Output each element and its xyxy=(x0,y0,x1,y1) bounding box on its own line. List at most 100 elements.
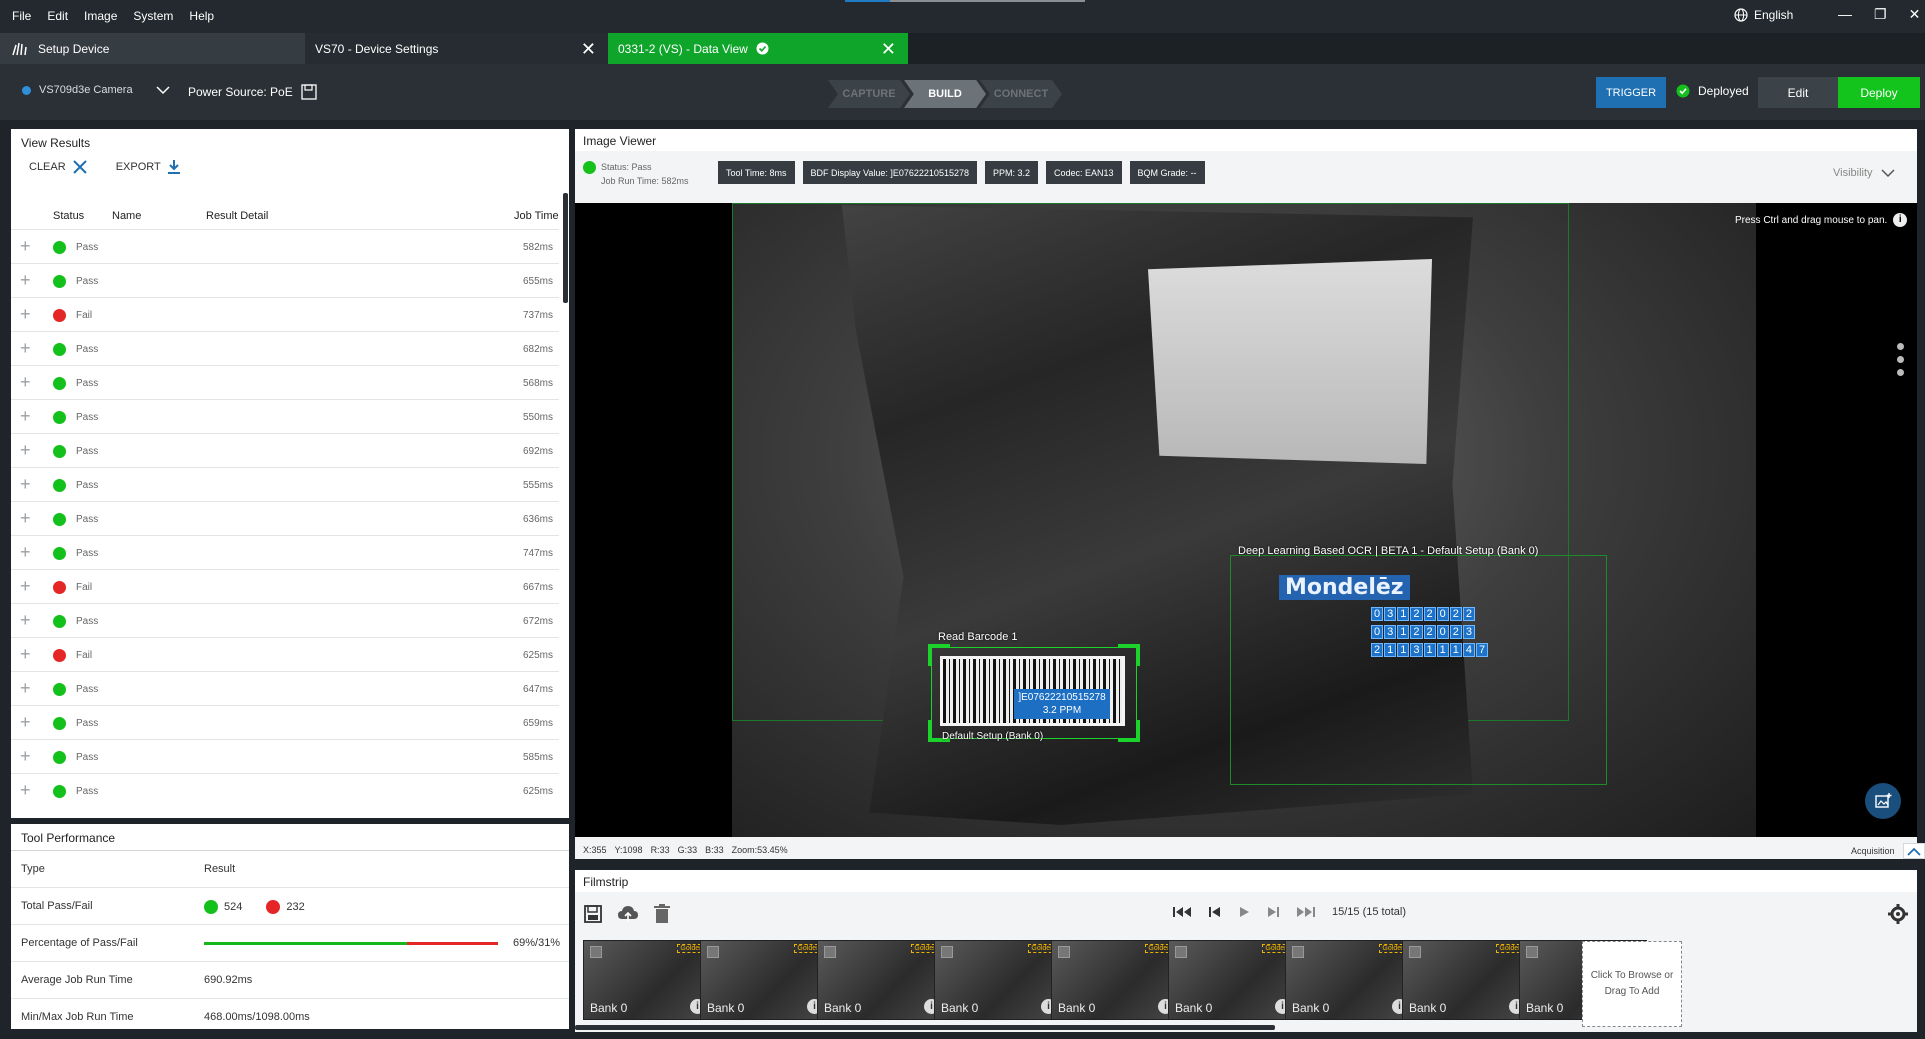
expand-icon[interactable]: + xyxy=(20,441,31,459)
expand-icon[interactable]: + xyxy=(20,645,31,663)
col-status[interactable]: Status xyxy=(53,210,84,222)
results-scrollbar[interactable] xyxy=(563,193,568,303)
expand-icon[interactable]: + xyxy=(20,781,31,799)
expand-icon[interactable]: + xyxy=(20,713,31,731)
step-build[interactable]: BUILD xyxy=(904,80,986,108)
chevron-up-icon[interactable] xyxy=(1902,843,1925,859)
expand-icon[interactable]: + xyxy=(20,339,31,357)
tab-device-settings[interactable]: VS70 - Device Settings ✕ xyxy=(305,33,608,64)
col-name[interactable]: Name xyxy=(112,210,141,222)
play-icon[interactable] xyxy=(1238,906,1250,918)
tab-setup-device[interactable]: Setup Device xyxy=(0,33,305,64)
filmstrip-thumbnail[interactable]: GoldenBank 0i xyxy=(934,940,1062,1020)
clear-button[interactable]: CLEAR xyxy=(29,159,88,175)
close-icon[interactable]: ✕ xyxy=(1909,6,1921,23)
filmstrip-thumbnail[interactable]: GoldenBank 0i xyxy=(700,940,828,1020)
row-status: Pass xyxy=(76,276,99,287)
table-row[interactable]: + Fail 625ms xyxy=(11,637,559,671)
camera-selector[interactable]: VS709d3e Camera xyxy=(22,84,171,96)
trash-icon[interactable] xyxy=(653,904,671,924)
filmstrip-thumbnail[interactable]: GoldenBank 0i xyxy=(1402,940,1530,1020)
menu-image[interactable]: Image xyxy=(84,9,117,23)
table-row[interactable]: + Pass 692ms xyxy=(11,433,559,467)
table-row[interactable]: + Pass 647ms xyxy=(11,671,559,705)
tab-data-view[interactable]: 0331-2 (VS) - Data View ✕ xyxy=(608,33,908,64)
info-icon[interactable]: i xyxy=(1893,213,1908,227)
minimize-icon[interactable]: — xyxy=(1838,6,1852,23)
expand-icon[interactable]: + xyxy=(20,543,31,561)
expand-icon[interactable]: + xyxy=(20,679,31,697)
table-row[interactable]: + Pass 747ms xyxy=(11,535,559,569)
step-forward-icon[interactable] xyxy=(1266,906,1280,918)
restore-icon[interactable]: ❐ xyxy=(1874,6,1887,23)
menu-file[interactable]: File xyxy=(12,9,31,23)
table-row[interactable]: + Pass 582ms xyxy=(11,229,559,263)
menu-edit[interactable]: Edit xyxy=(47,9,68,23)
skip-last-icon[interactable] xyxy=(1296,906,1316,918)
language-selector[interactable]: English xyxy=(1734,8,1793,22)
filmstrip-thumbnail[interactable]: GoldenBank 0i xyxy=(1168,940,1296,1020)
add-image-dropzone[interactable]: Click To Browse or Drag To Add xyxy=(1582,941,1682,1027)
table-row[interactable]: + Pass 655ms xyxy=(11,263,559,297)
trigger-button[interactable]: TRIGGER xyxy=(1596,77,1666,108)
expand-icon[interactable]: + xyxy=(20,611,31,629)
table-row[interactable]: + Pass 682ms xyxy=(11,331,559,365)
table-row[interactable]: + Pass 625ms xyxy=(11,773,559,807)
table-row[interactable]: + Pass 659ms xyxy=(11,705,559,739)
thumbnail-checkbox[interactable] xyxy=(1292,946,1304,958)
close-tab-icon[interactable]: ✕ xyxy=(581,39,596,60)
expand-icon[interactable]: + xyxy=(20,577,31,595)
table-row[interactable]: + Pass 636ms xyxy=(11,501,559,535)
col-job-time[interactable]: Job Time xyxy=(514,210,559,222)
filmstrip-thumbnail[interactable]: GoldenBank 0i xyxy=(583,940,711,1020)
table-row[interactable]: + Pass 585ms xyxy=(11,739,559,773)
step-back-icon[interactable] xyxy=(1208,906,1222,918)
table-row[interactable]: + Pass 568ms xyxy=(11,365,559,399)
edit-button[interactable]: Edit xyxy=(1758,77,1838,108)
thumbnail-checkbox[interactable] xyxy=(1409,946,1421,958)
expand-icon[interactable]: + xyxy=(20,509,31,527)
expand-icon[interactable]: + xyxy=(20,305,31,323)
filmstrip-thumbnail[interactable]: GoldenBank 0i xyxy=(1285,940,1413,1020)
col-result-detail[interactable]: Result Detail xyxy=(206,210,268,222)
expand-icon[interactable]: + xyxy=(20,475,31,493)
filmstrip-thumbnail[interactable]: GoldenBank 0i xyxy=(1051,940,1179,1020)
image-canvas[interactable]: Read Barcode 1 ]E07622210515278 3.2 PPM … xyxy=(575,203,1917,837)
expand-icon[interactable]: + xyxy=(20,407,31,425)
expand-icon[interactable]: + xyxy=(20,373,31,391)
thumbnail-checkbox[interactable] xyxy=(1058,946,1070,958)
filmstrip-thumbnail[interactable]: GoldenBank 0i xyxy=(817,940,945,1020)
thumbnail-checkbox[interactable] xyxy=(941,946,953,958)
step-capture[interactable]: CAPTURE xyxy=(828,80,910,108)
thumbnail-checkbox[interactable] xyxy=(590,946,602,958)
save-icon[interactable] xyxy=(583,904,603,924)
ocr-char: 1 xyxy=(1397,625,1410,639)
step-connect[interactable]: CONNECT xyxy=(980,80,1062,108)
expand-icon[interactable]: + xyxy=(20,747,31,765)
thumbnail-checkbox[interactable] xyxy=(707,946,719,958)
table-row[interactable]: + Pass 672ms xyxy=(11,603,559,637)
filmstrip-scrollbar[interactable] xyxy=(575,1025,1275,1030)
table-row[interactable]: + Pass 550ms xyxy=(11,399,559,433)
cloud-upload-icon[interactable] xyxy=(617,904,639,924)
save-icon[interactable] xyxy=(301,84,317,100)
thumbnail-checkbox[interactable] xyxy=(1526,946,1538,958)
thumbnail-checkbox[interactable] xyxy=(1175,946,1187,958)
menu-help[interactable]: Help xyxy=(189,9,214,23)
gear-icon[interactable] xyxy=(1888,904,1908,924)
table-row[interactable]: + Fail 667ms xyxy=(11,569,559,603)
acquisition-toggle[interactable]: Acquisition xyxy=(1851,843,1925,859)
visibility-toggle[interactable]: Visibility xyxy=(1833,167,1895,179)
thumbnail-checkbox[interactable] xyxy=(824,946,836,958)
skip-first-icon[interactable] xyxy=(1172,906,1192,918)
more-options-icon[interactable] xyxy=(1897,343,1904,376)
deploy-button[interactable]: Deploy xyxy=(1838,77,1920,108)
expand-icon[interactable]: + xyxy=(20,271,31,289)
export-button[interactable]: EXPORT xyxy=(116,159,181,175)
close-tab-icon[interactable]: ✕ xyxy=(881,39,896,60)
table-row[interactable]: + Pass 555ms xyxy=(11,467,559,501)
add-image-button[interactable] xyxy=(1865,783,1901,819)
expand-icon[interactable]: + xyxy=(20,237,31,255)
table-row[interactable]: + Fail 737ms xyxy=(11,297,559,331)
menu-system[interactable]: System xyxy=(133,9,173,23)
